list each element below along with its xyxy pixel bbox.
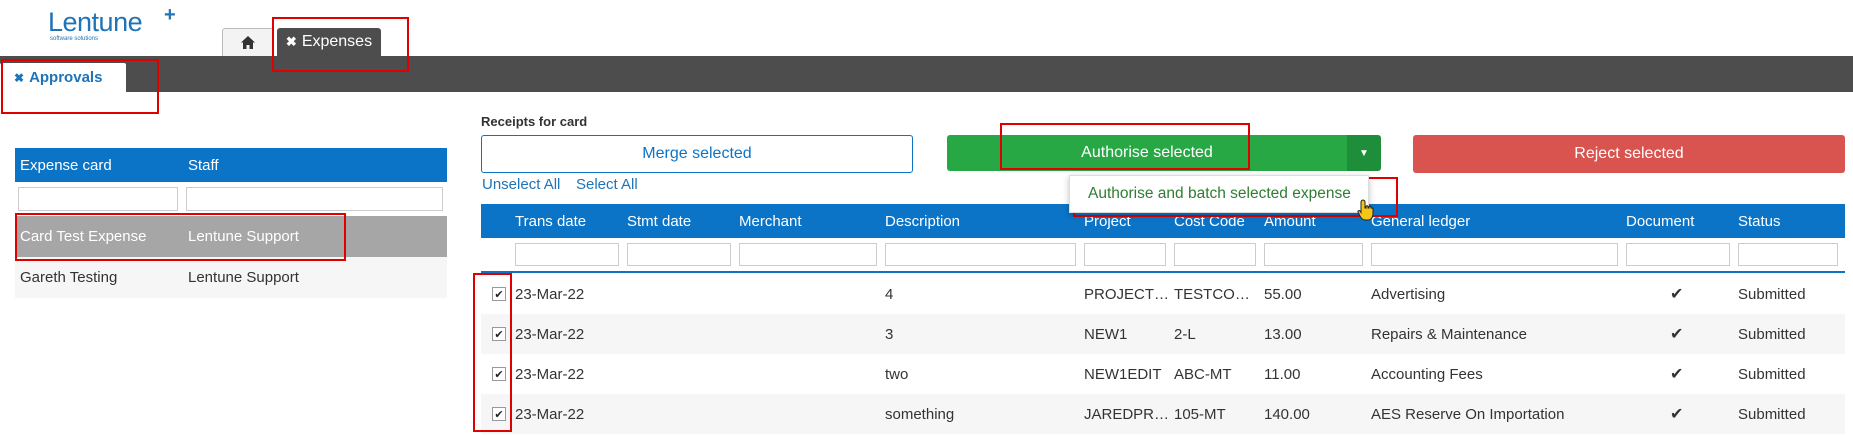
tab-approvals[interactable]: ✖ Approvals xyxy=(0,63,126,92)
document-check-icon: ✔ xyxy=(1670,326,1684,343)
document-check-icon: ✔ xyxy=(1670,366,1684,383)
description-cell: 3 xyxy=(885,325,894,343)
amount-cell: 13.00 xyxy=(1264,325,1302,343)
table-row[interactable]: ✔ 23-Mar-22 3 NEW1 2-L 13.00 Repairs & M… xyxy=(481,314,1845,354)
cost-code-cell: TESTCO… xyxy=(1174,285,1250,303)
tab-home[interactable] xyxy=(222,28,274,56)
logo-subtitle: software solutions xyxy=(50,36,99,42)
authorise-dropdown-toggle[interactable]: ▼ xyxy=(1347,135,1381,171)
receipts-grid-filter-row xyxy=(481,238,1845,273)
project-cell: NEW1 xyxy=(1084,325,1128,343)
trans-date-cell: 23-Mar-22 xyxy=(515,285,585,303)
tab-approvals-label: Approvals xyxy=(29,69,103,86)
table-row[interactable]: ✔ 23-Mar-22 4 PROJECT… TESTCO… 55.00 Adv… xyxy=(481,274,1845,314)
column-merchant[interactable]: Merchant xyxy=(739,204,802,238)
status-cell: Submitted xyxy=(1738,405,1806,423)
general-ledger-cell: Advertising xyxy=(1371,285,1446,303)
expense-card-filter-row xyxy=(15,182,447,216)
close-icon[interactable]: ✖ xyxy=(286,34,297,50)
close-icon[interactable]: ✖ xyxy=(14,71,24,85)
stmt-date-filter-input[interactable] xyxy=(627,243,731,266)
general-ledger-filter-input[interactable] xyxy=(1371,243,1618,266)
staff-filter-input[interactable] xyxy=(186,187,443,211)
logo-name: Lentune xyxy=(48,7,143,37)
amount-filter-input[interactable] xyxy=(1264,243,1363,266)
description-cell: 4 xyxy=(885,285,894,303)
project-cell: NEW1EDIT xyxy=(1084,365,1162,383)
document-check-icon: ✔ xyxy=(1670,286,1684,303)
cost-code-cell: ABC-MT xyxy=(1174,365,1232,383)
table-row[interactable]: ✔ 23-Mar-22 something JAREDPR… 105-MT 14… xyxy=(481,394,1845,434)
staff-cell: Lentune Support xyxy=(188,269,299,286)
cost-code-filter-input[interactable] xyxy=(1174,243,1256,266)
status-cell: Submitted xyxy=(1738,325,1806,343)
row-checkbox[interactable]: ✔ xyxy=(492,327,506,341)
column-description[interactable]: Description xyxy=(885,204,960,238)
subtab-bar xyxy=(0,56,1853,92)
status-cell: Submitted xyxy=(1738,285,1806,303)
document-filter-input[interactable] xyxy=(1626,243,1730,266)
column-document[interactable]: Document xyxy=(1626,204,1694,238)
project-filter-input[interactable] xyxy=(1084,243,1166,266)
lentune-logo: Lentune + software solutions xyxy=(48,4,178,50)
receipts-label: Receipts for card xyxy=(481,114,588,129)
authorise-and-batch-menu-item[interactable]: Authorise and batch selected expense xyxy=(1069,175,1369,213)
project-cell: JAREDPR… xyxy=(1084,405,1170,423)
status-filter-input[interactable] xyxy=(1738,243,1838,266)
expense-card-cell: Card Test Expense xyxy=(20,228,147,245)
expense-card-table: Expense card Staff Card Test Expense Len… xyxy=(15,148,447,298)
cost-code-cell: 105-MT xyxy=(1174,405,1226,423)
caret-down-icon: ▼ xyxy=(1359,147,1369,159)
amount-cell: 55.00 xyxy=(1264,285,1302,303)
select-all-link[interactable]: Select All xyxy=(576,176,638,193)
trans-date-filter-input[interactable] xyxy=(515,243,619,266)
column-trans-date[interactable]: Trans date xyxy=(515,204,586,238)
cost-code-cell: 2-L xyxy=(1174,325,1196,343)
trans-date-cell: 23-Mar-22 xyxy=(515,325,585,343)
unselect-all-link[interactable]: Unselect All xyxy=(482,176,560,193)
logo-plus: + xyxy=(164,4,176,26)
merge-selected-button[interactable]: Merge selected xyxy=(481,135,913,173)
tab-expenses[interactable]: ✖ Expenses xyxy=(277,28,381,56)
general-ledger-cell: AES Reserve On Importation xyxy=(1371,405,1565,423)
column-general-ledger[interactable]: General ledger xyxy=(1371,204,1470,238)
status-cell: Submitted xyxy=(1738,365,1806,383)
home-icon xyxy=(241,36,255,49)
table-row[interactable]: Card Test Expense Lentune Support xyxy=(15,216,447,257)
project-cell: PROJECT… xyxy=(1084,285,1170,303)
description-cell: something xyxy=(885,405,955,423)
staff-cell: Lentune Support xyxy=(188,228,299,245)
row-checkbox[interactable]: ✔ xyxy=(492,367,506,381)
description-cell: two xyxy=(885,365,909,383)
column-stmt-date[interactable]: Stmt date xyxy=(627,204,691,238)
expense-card-cell: Gareth Testing xyxy=(20,269,118,286)
description-filter-input[interactable] xyxy=(885,243,1076,266)
column-staff[interactable]: Staff xyxy=(183,157,447,174)
amount-cell: 140.00 xyxy=(1264,405,1310,423)
amount-cell: 11.00 xyxy=(1264,365,1301,383)
table-row[interactable]: ✔ 23-Mar-22 two NEW1EDIT ABC-MT 11.00 Ac… xyxy=(481,354,1845,394)
authorise-selected-button[interactable]: Authorise selected xyxy=(947,135,1347,171)
hand-pointer-cursor-icon xyxy=(1357,199,1374,221)
tab-expenses-label: Expenses xyxy=(301,33,373,50)
row-checkbox[interactable]: ✔ xyxy=(492,287,506,301)
trans-date-cell: 23-Mar-22 xyxy=(515,365,585,383)
document-check-icon: ✔ xyxy=(1670,406,1684,423)
column-status[interactable]: Status xyxy=(1738,204,1781,238)
general-ledger-cell: Accounting Fees xyxy=(1371,365,1483,383)
merchant-filter-input[interactable] xyxy=(739,243,877,266)
expense-card-filter-input[interactable] xyxy=(18,187,178,211)
column-expense-card[interactable]: Expense card xyxy=(15,157,183,174)
trans-date-cell: 23-Mar-22 xyxy=(515,405,585,423)
general-ledger-cell: Repairs & Maintenance xyxy=(1371,325,1527,343)
reject-selected-button[interactable]: Reject selected xyxy=(1413,135,1845,173)
row-checkbox[interactable]: ✔ xyxy=(492,407,506,421)
expense-card-table-header: Expense card Staff xyxy=(15,148,447,182)
table-row[interactable]: Gareth Testing Lentune Support xyxy=(15,257,447,298)
